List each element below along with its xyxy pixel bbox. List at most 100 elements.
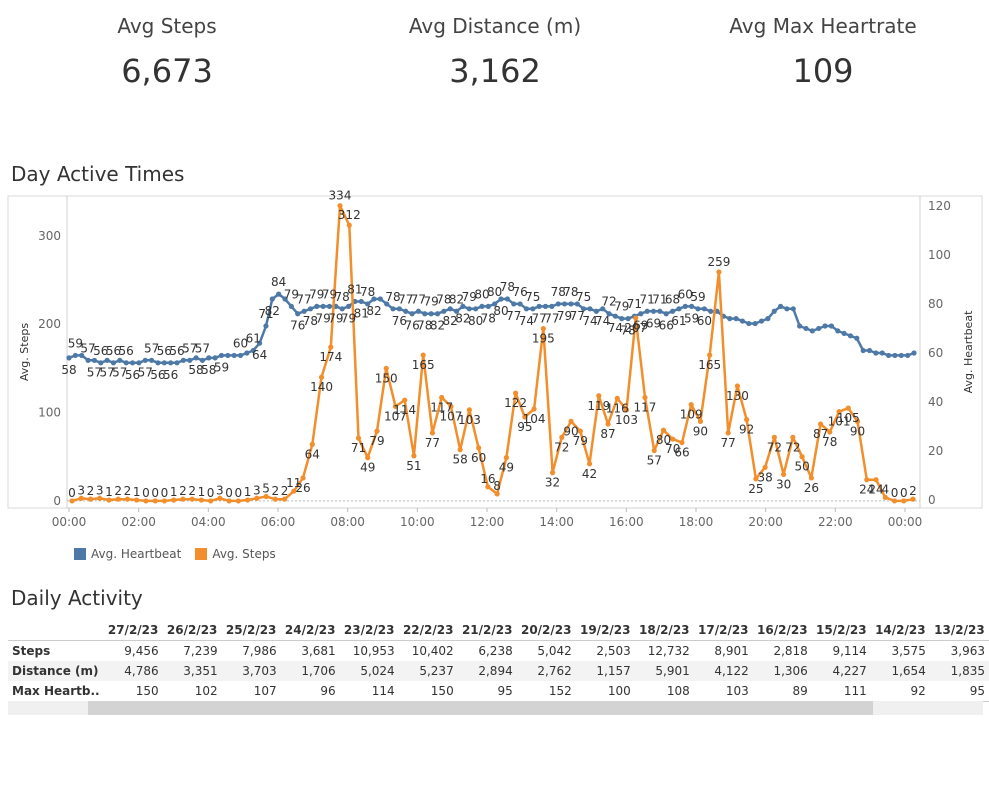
heartbeat-line-point: [396, 306, 402, 312]
heartbeat-line-point: [758, 318, 765, 324]
heartbeat-line-point: [752, 320, 758, 327]
heartbeat-line-point: [650, 308, 657, 314]
steps-line-point: [586, 461, 593, 467]
column-header-date[interactable]: 23/2/23: [340, 620, 399, 641]
table-cell: 10,402: [398, 640, 458, 661]
day-active-times-chart[interactable]: 0100200300020406080100120Avg. Steps Avg. …: [0, 190, 989, 540]
heartbeat-line-point: [155, 360, 161, 366]
heartbeat-line-point: [733, 316, 739, 322]
table-row: Max Heartb.. 150 102 107 96 114 150 95 152 100 108…: [8, 681, 989, 702]
steps-data-label: 165: [698, 358, 721, 372]
steps-data-label: 0: [161, 486, 169, 500]
steps-line-point: [790, 434, 796, 440]
heartbeat-line-point: [237, 352, 244, 359]
steps-data-label: 3: [216, 483, 224, 497]
heartbeat-line-point: [295, 311, 301, 317]
steps-data-label: 42: [582, 467, 597, 481]
column-header-date[interactable]: 21/2/23: [458, 620, 517, 641]
column-header-date[interactable]: 19/2/23: [576, 620, 635, 641]
x-tick-label: 16:00: [609, 515, 644, 529]
column-header-date[interactable]: 25/2/23: [222, 620, 281, 641]
column-header-date[interactable]: 22/2/23: [399, 620, 458, 641]
steps-data-label: 334: [329, 190, 352, 203]
heartbeat-data-label: 57: [195, 341, 210, 355]
steps-data-label: 1: [105, 485, 113, 499]
heartbeat-data-label: 82: [265, 304, 280, 318]
table-cell: 10,953: [339, 640, 399, 661]
column-header-date[interactable]: 13/2/23: [930, 620, 989, 641]
column-header-date[interactable]: 14/2/23: [871, 620, 930, 641]
steps-data-label: 77: [425, 436, 440, 450]
row-label: Distance (m): [8, 661, 104, 681]
x-tick-label: 10:00: [400, 515, 435, 529]
heartbeat-line-point: [835, 328, 841, 334]
steps-data-label: 312: [338, 208, 361, 222]
heartbeat-line-point: [809, 328, 815, 334]
heartbeat-line-point: [193, 355, 199, 361]
y2-tick-label: 60: [928, 346, 943, 360]
steps-line-point: [318, 374, 325, 380]
steps-data-label: 2: [179, 484, 187, 498]
steps-data-label: 50: [794, 460, 809, 474]
heartbeat-line-point: [879, 350, 885, 356]
steps-data-label: 150: [375, 371, 398, 385]
heartbeat-line-point: [860, 347, 866, 354]
steps-data-label: 259: [707, 255, 730, 269]
heartbeat-line-point: [479, 303, 485, 309]
table-cell: 2,503: [575, 640, 635, 661]
heartbeat-line-point: [174, 360, 180, 366]
steps-line-point: [309, 441, 315, 447]
heartbeat-line-point: [504, 296, 510, 302]
heartbeat-line-point: [206, 355, 212, 361]
heartbeat-line-point: [555, 301, 561, 307]
steps-data-label: 71: [351, 441, 366, 455]
heartbeat-data-label: 60: [697, 314, 712, 328]
scrollbar-thumb[interactable]: [88, 701, 873, 715]
heartbeat-line-point: [847, 333, 854, 339]
heartbeat-line-point: [784, 306, 790, 312]
table-cell: 1,835: [929, 661, 989, 681]
heartbeat-line-point: [803, 325, 809, 332]
steps-line-point: [596, 393, 602, 399]
heartbeat-line-point: [428, 311, 434, 317]
legend-label: Avg. Steps: [212, 547, 276, 561]
column-header-date[interactable]: 20/2/23: [517, 620, 576, 641]
heartbeat-line-point: [326, 303, 333, 309]
heartbeat-line-point: [523, 306, 530, 312]
heartbeat-line-point: [511, 301, 517, 307]
table-cell: 108: [634, 681, 694, 702]
column-header-date[interactable]: 18/2/23: [635, 620, 694, 641]
steps-data-label: 104: [523, 412, 546, 426]
table-cell: 2,818: [752, 640, 812, 661]
steps-line-point: [503, 455, 509, 461]
column-header-date[interactable]: 16/2/23: [753, 620, 812, 641]
steps-data-label: 49: [360, 461, 375, 475]
y2-tick-label: 80: [928, 297, 943, 311]
heartbeat-line-point: [91, 357, 98, 363]
table-cell: 96: [280, 681, 340, 702]
steps-data-label: 1: [170, 485, 178, 499]
column-header-date[interactable]: 26/2/23: [163, 620, 222, 641]
heartbeat-line-point: [390, 306, 396, 312]
column-header-date[interactable]: 15/2/23: [812, 620, 871, 641]
steps-data-label: 79: [573, 434, 588, 448]
column-header-date[interactable]: 24/2/23: [281, 620, 340, 641]
column-header-date[interactable]: 17/2/23: [694, 620, 753, 641]
horizontal-scrollbar[interactable]: [8, 701, 983, 715]
legend-item-steps[interactable]: Avg. Steps: [195, 547, 276, 561]
steps-data-label: 2: [909, 484, 917, 498]
heartbeat-line-point: [434, 311, 441, 317]
kpi-label: Avg Distance (m): [408, 14, 582, 38]
y-tick-label: 200: [38, 317, 61, 331]
heartbeat-data-label: 64: [252, 348, 267, 362]
steps-data-label: 2: [124, 484, 132, 498]
table-cell: 152: [516, 681, 576, 702]
heartbeat-line-point: [307, 306, 314, 312]
steps-data-label: 90: [850, 424, 865, 438]
heartbeat-line-point: [587, 306, 593, 312]
column-header-date[interactable]: 27/2/23: [104, 620, 163, 641]
steps-data-label: 38: [757, 470, 772, 484]
steps-line-point: [614, 395, 620, 402]
table-cell: 3,703: [221, 661, 281, 681]
legend-item-heartbeat[interactable]: Avg. Heartbeat: [74, 547, 181, 561]
